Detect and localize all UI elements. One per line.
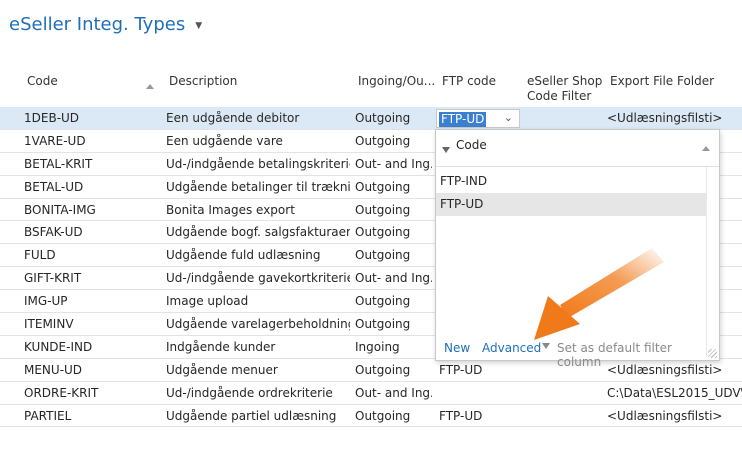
- column-header-ingoing[interactable]: Ingoing/Ou...: [358, 74, 435, 89]
- cell-ingoing[interactable]: Outgoing: [355, 248, 432, 262]
- column-header-description[interactable]: Description: [169, 74, 237, 89]
- cell-ingoing[interactable]: Out- and Ing...: [355, 386, 432, 400]
- new-link[interactable]: New: [444, 341, 470, 355]
- cell-description[interactable]: Image upload: [166, 294, 350, 308]
- cell-export-folder[interactable]: C:\Data\ESL2015_UDV\Im: [607, 386, 742, 400]
- cell-description[interactable]: Udgående fuld udlæsning: [166, 248, 350, 262]
- cell-description[interactable]: Udgående partiel udlæsning: [166, 409, 350, 423]
- dropdown-scrollbar[interactable]: [706, 167, 719, 357]
- dropdown-footer: New Advanced Set as default filter colum…: [436, 336, 719, 369]
- dropdown-item[interactable]: FTP-IND: [436, 170, 706, 193]
- cell-description[interactable]: Ud-/indgående ordrekriterie: [166, 386, 350, 400]
- cell-code[interactable]: ITEMINV: [24, 317, 159, 331]
- cell-description[interactable]: Indgående kunder: [166, 340, 350, 354]
- cell-code[interactable]: MENU-UD: [24, 363, 159, 377]
- cell-ingoing[interactable]: Outgoing: [355, 180, 432, 194]
- cell-code[interactable]: 1VARE-UD: [24, 134, 159, 148]
- column-header-ftp-code[interactable]: FTP code: [442, 74, 496, 89]
- cell-export-folder[interactable]: <Udlæsningsfilsti>: [607, 409, 742, 423]
- column-header-eseller-shop[interactable]: eSeller Shop Code Filter: [527, 74, 602, 104]
- column-header-export-folder[interactable]: Export File Folder: [610, 74, 714, 89]
- cell-export-folder[interactable]: <Udlæsningsfilsti>: [607, 111, 742, 125]
- cell-code[interactable]: BONITA-IMG: [24, 203, 159, 217]
- filter-icon[interactable]: [442, 147, 450, 153]
- dropdown-item[interactable]: FTP-UD: [436, 193, 706, 216]
- cell-code[interactable]: GIFT-KRIT: [24, 271, 159, 285]
- cell-code[interactable]: KUNDE-IND: [24, 340, 159, 354]
- cell-ingoing[interactable]: Outgoing: [355, 317, 432, 331]
- table-row[interactable]: ORDRE-KRIT Ud-/indgående ordrekriterie Out…: [0, 382, 742, 405]
- ftp-code-input[interactable]: FTP-UD ⌄: [436, 109, 520, 128]
- cell-description[interactable]: Ud-/indgående betalingskriterie: [166, 157, 350, 171]
- cell-code[interactable]: 1DEB-UD: [24, 111, 159, 125]
- table-row[interactable]: PARTIEL Udgående partiel udlæsning Outgoin…: [0, 405, 742, 428]
- cell-description[interactable]: Udgående menuer: [166, 363, 350, 377]
- cell-ingoing[interactable]: Outgoing: [355, 225, 432, 239]
- column-header-code[interactable]: Code: [27, 74, 58, 89]
- page-title[interactable]: eSeller Integ. Types ▼: [9, 14, 202, 35]
- cell-code[interactable]: FULD: [24, 248, 159, 262]
- cell-ingoing[interactable]: Outgoing: [355, 111, 432, 125]
- cell-ftp-code[interactable]: FTP-UD: [439, 363, 521, 377]
- ftp-code-dropdown: Code FTP-IND FTP-UD New Advanced Set as …: [435, 129, 720, 369]
- dropdown-item-label: FTP-UD: [440, 197, 484, 211]
- cell-description[interactable]: Udgående varelagerbeholdning: [166, 317, 350, 331]
- dropdown-header[interactable]: Code: [436, 130, 719, 167]
- cell-ingoing[interactable]: Outgoing: [355, 134, 432, 148]
- column-header-row: Code Description Ingoing/Ou... FTP code …: [0, 74, 742, 106]
- cell-code[interactable]: IMG-UP: [24, 294, 159, 308]
- cell-ftp-code[interactable]: FTP-UD: [439, 409, 521, 423]
- cell-description[interactable]: Udgående bogf. salgsfakturaer: [166, 225, 350, 239]
- resize-grip-icon[interactable]: [708, 349, 717, 358]
- cell-code[interactable]: ORDRE-KRIT: [24, 386, 159, 400]
- cell-ingoing[interactable]: Ingoing: [355, 340, 432, 354]
- cell-ingoing[interactable]: Outgoing: [355, 409, 432, 423]
- sort-ascending-icon[interactable]: [146, 84, 154, 89]
- cell-code[interactable]: PARTIEL: [24, 409, 159, 423]
- sort-ascending-icon[interactable]: [702, 146, 710, 151]
- chevron-down-icon[interactable]: ⌄: [504, 111, 513, 124]
- cell-description[interactable]: Een udgående debitor: [166, 111, 350, 125]
- set-default-filter-link[interactable]: Set as default filter column: [557, 341, 719, 369]
- table-row[interactable]: 1DEB-UD Een udgående debitor Outgoing <Udlæ…: [0, 107, 742, 130]
- ftp-code-input-value: FTP-UD: [439, 112, 487, 127]
- cell-ingoing[interactable]: Outgoing: [355, 363, 432, 377]
- cell-code[interactable]: BETAL-KRIT: [24, 157, 159, 171]
- advanced-link[interactable]: Advanced: [482, 341, 541, 355]
- chevron-down-icon[interactable]: ▼: [195, 21, 202, 31]
- cell-ingoing[interactable]: Outgoing: [355, 203, 432, 217]
- cell-description[interactable]: Een udgående vare: [166, 134, 350, 148]
- cell-code[interactable]: BETAL-UD: [24, 180, 159, 194]
- page-title-text: eSeller Integ. Types: [9, 14, 186, 35]
- dropdown-header-code[interactable]: Code: [456, 138, 487, 152]
- cell-ingoing[interactable]: Out- and Ing...: [355, 271, 432, 285]
- cell-ingoing[interactable]: Out- and Ing...: [355, 157, 432, 171]
- column-header-eseller-shop-line1: eSeller Shop: [527, 74, 603, 88]
- dropdown-item-label: FTP-IND: [440, 174, 488, 188]
- column-header-eseller-shop-line2: Code Filter: [527, 89, 592, 103]
- cell-code[interactable]: BSFAK-UD: [24, 225, 159, 239]
- cell-description[interactable]: Bonita Images export: [166, 203, 350, 217]
- cell-description[interactable]: Ud-/indgående gavekortkriterie: [166, 271, 350, 285]
- filter-icon: [542, 343, 550, 349]
- cell-description[interactable]: Udgående betalinger til trækning: [166, 180, 350, 194]
- cell-ingoing[interactable]: Outgoing: [355, 294, 432, 308]
